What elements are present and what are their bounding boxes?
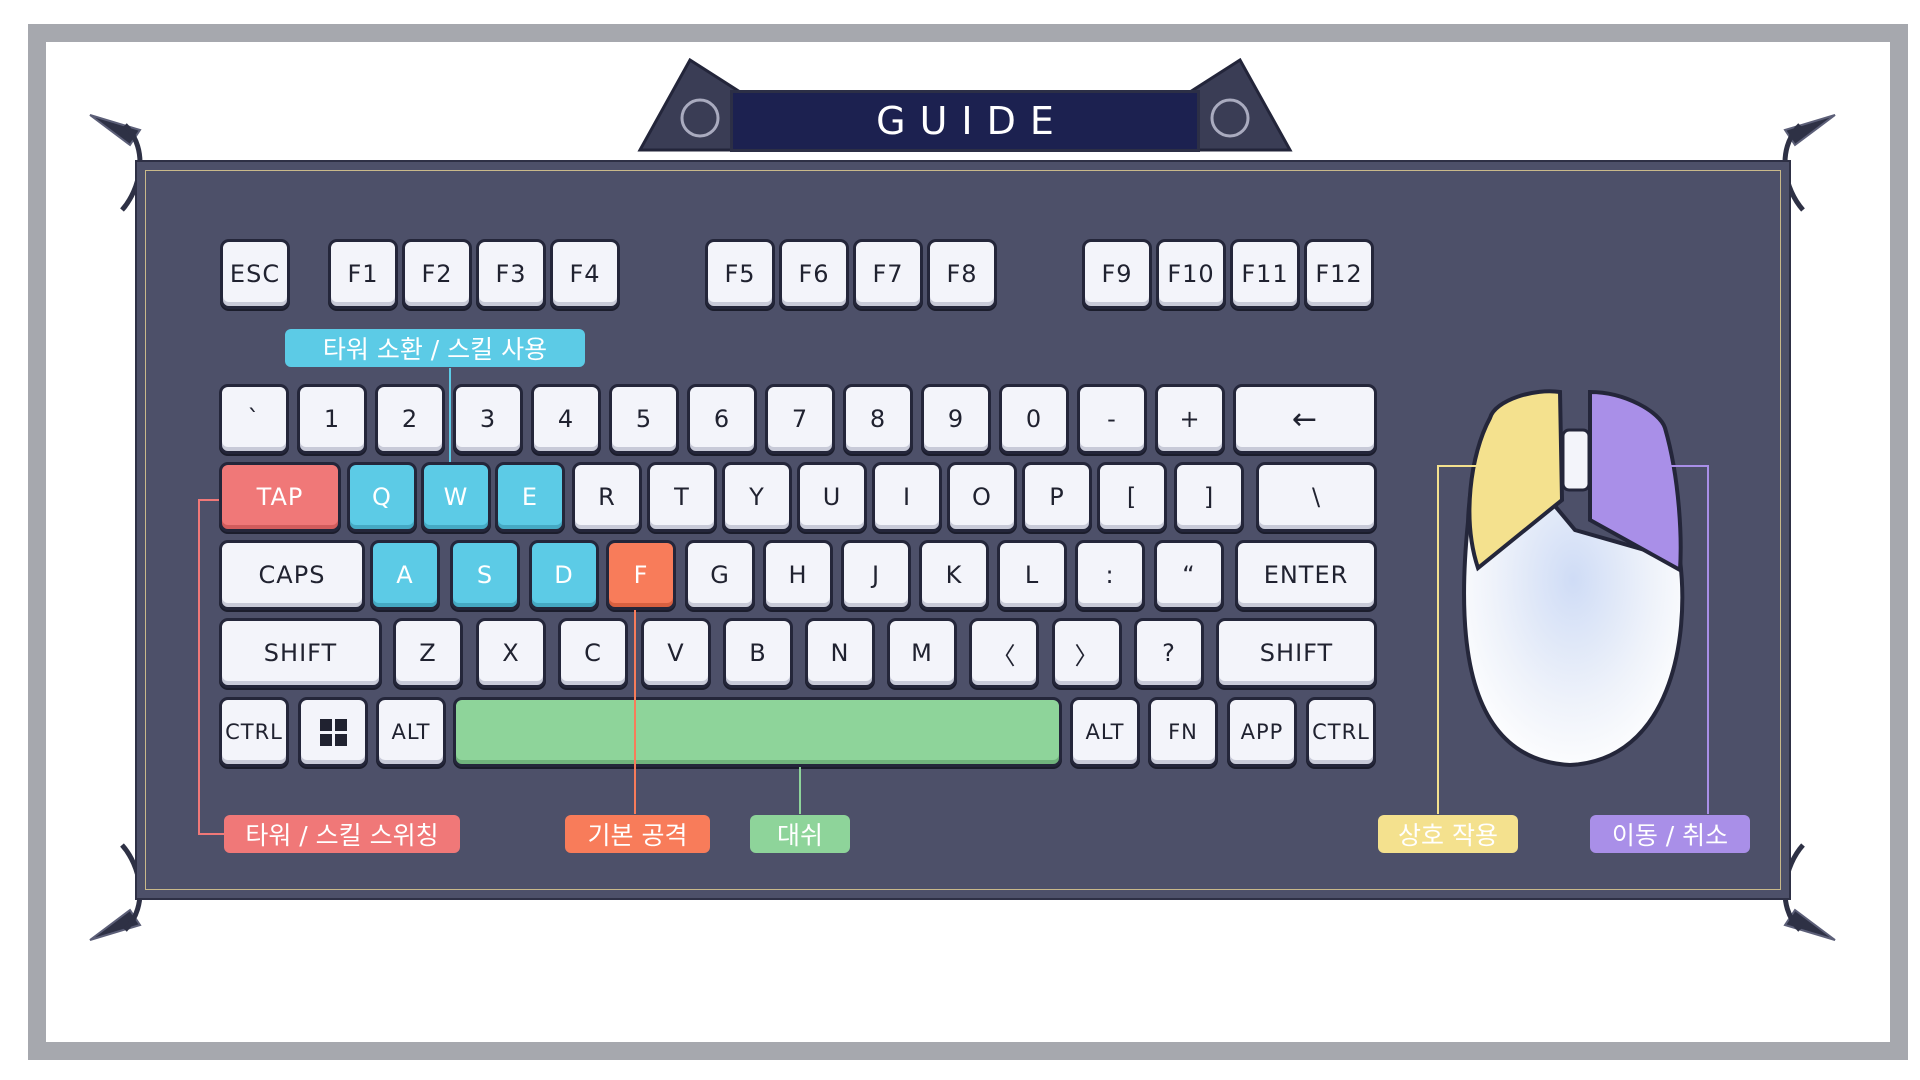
line-move-cancel [1668,465,1709,814]
line-interact [1437,465,1478,814]
label-move-cancel: 이동 / 취소 [1590,815,1750,853]
label-basic-attack: 기본 공격 [565,815,710,853]
label-interact: 상호 작용 [1378,815,1518,853]
label-dash: 대쉬 [750,815,850,853]
guide-screen: GUIDE ESC F1 F2 F3 F4 F5 F6 F7 F8 F9 F10… [0,0,1920,1080]
label-tower-skill-switch: 타워 / 스킬 스위칭 [224,815,460,853]
label-tower-skill-use: 타워 소환 / 스킬 사용 [285,329,585,367]
line-tower-skill-switch [198,499,224,835]
callout-lines [198,368,1709,835]
